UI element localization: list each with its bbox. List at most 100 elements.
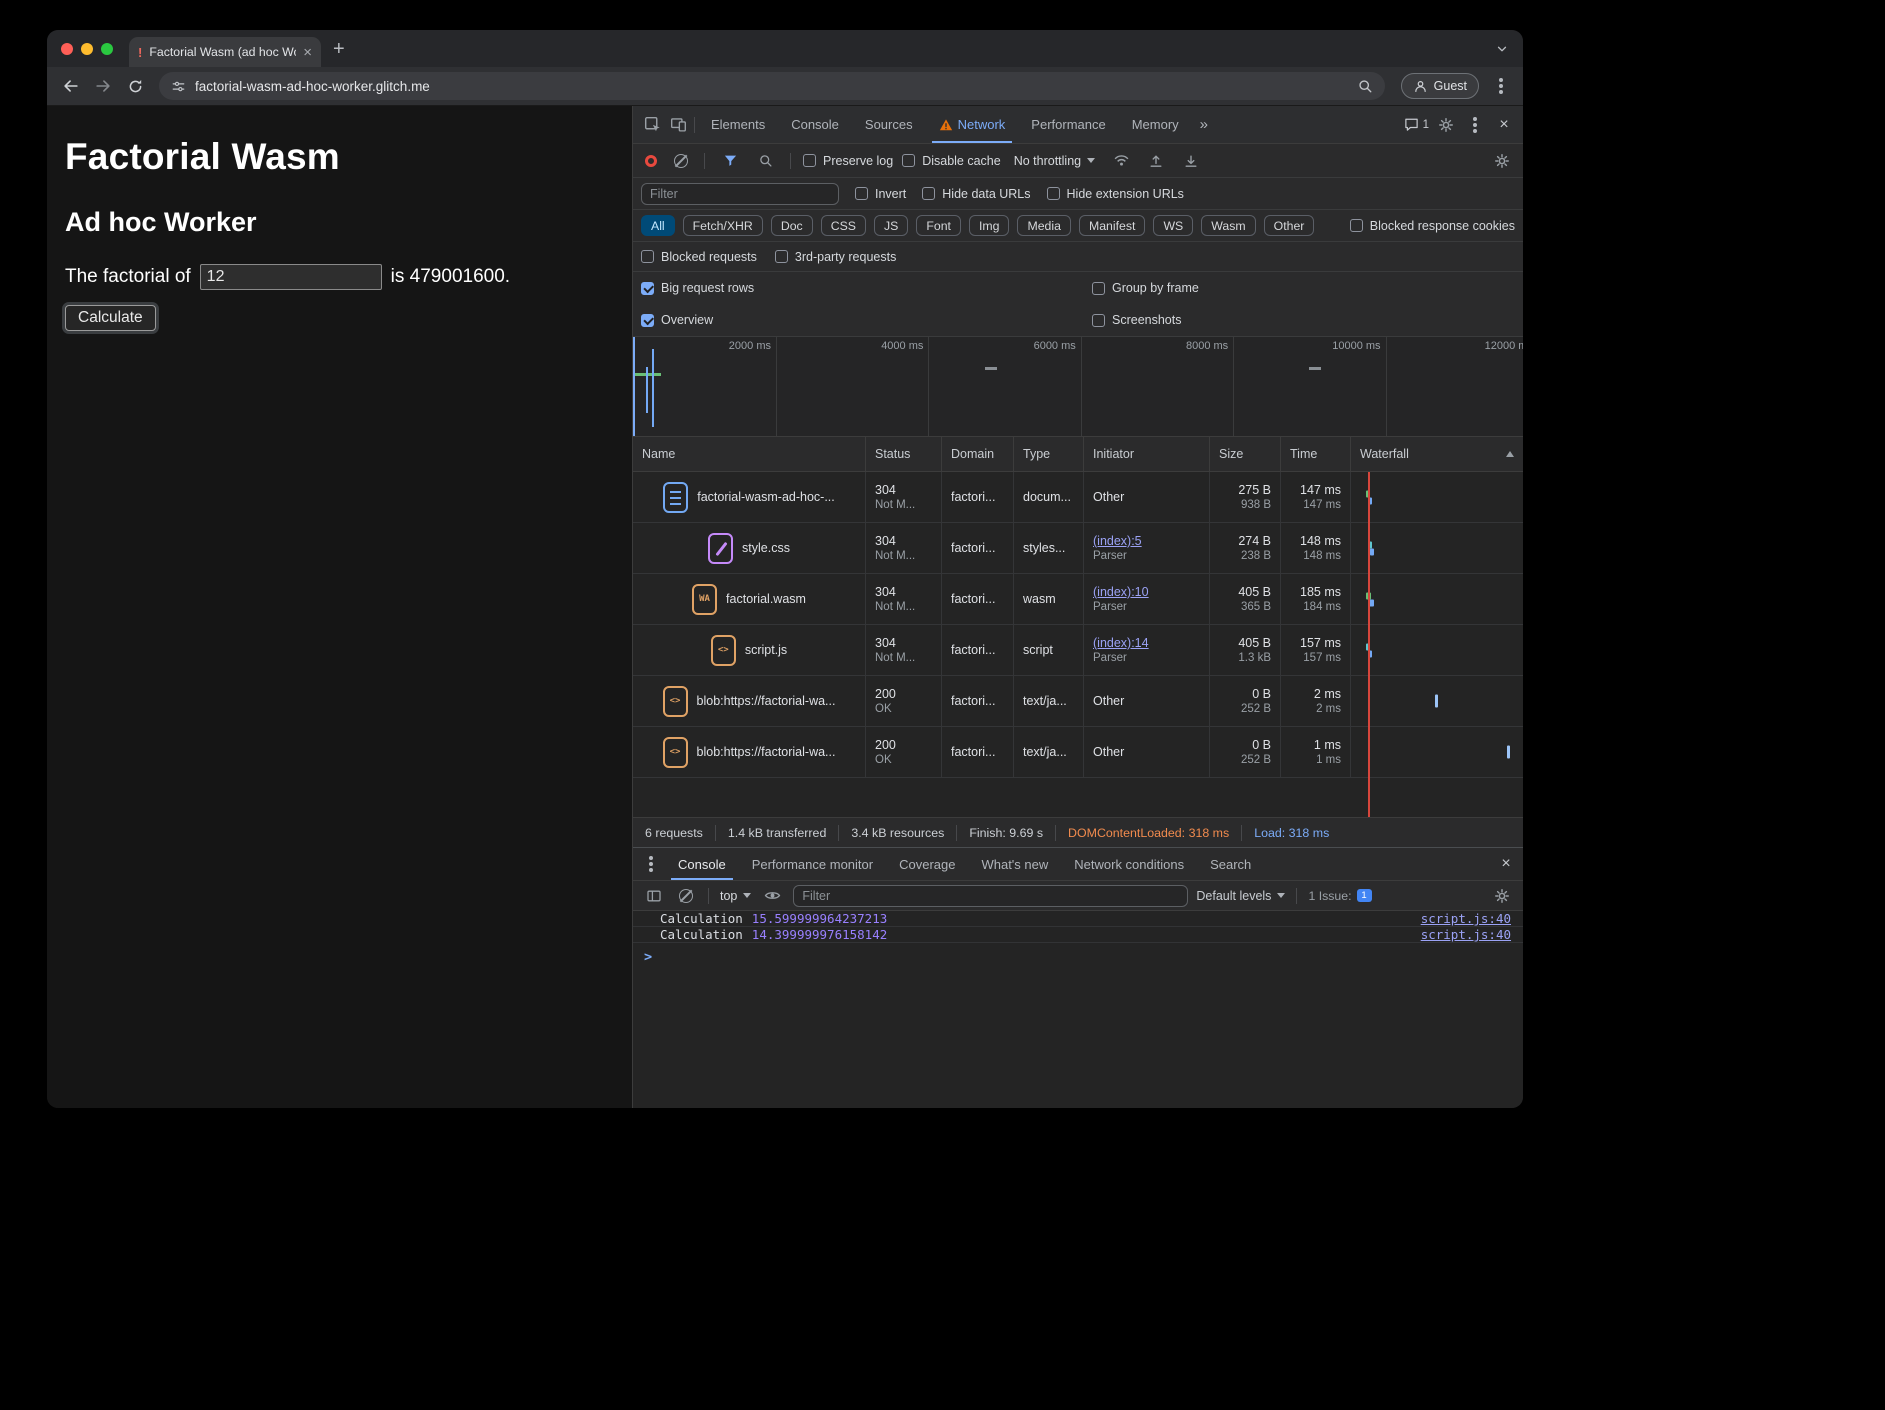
- table-row[interactable]: <>blob:https://factorial-wa...200OKfacto…: [633, 676, 1523, 727]
- browser-menu-icon[interactable]: [1499, 84, 1503, 88]
- filter-chip-wasm[interactable]: Wasm: [1201, 215, 1255, 236]
- column-header-name[interactable]: Name: [633, 437, 866, 471]
- devtools-close-icon[interactable]: ×: [1491, 112, 1517, 138]
- column-header-size[interactable]: Size: [1210, 437, 1281, 471]
- drawer-close-icon[interactable]: ×: [1493, 851, 1519, 877]
- blocked-requests-checkbox[interactable]: Blocked requests: [641, 250, 757, 264]
- column-header-status[interactable]: Status: [866, 437, 942, 471]
- group-by-frame-checkbox[interactable]: Group by frame: [1092, 272, 1515, 304]
- tab-search-button[interactable]: [1495, 42, 1509, 56]
- filter-chip-manifest[interactable]: Manifest: [1079, 215, 1145, 236]
- network-settings-gear-icon[interactable]: [1489, 148, 1515, 174]
- blocked-response-cookies-checkbox[interactable]: Blocked response cookies: [1350, 219, 1515, 233]
- table-row[interactable]: <>blob:https://factorial-wa...200OKfacto…: [633, 727, 1523, 778]
- address-bar[interactable]: factorial-wasm-ad-hoc-worker.glitch.me: [159, 72, 1385, 100]
- column-header-time[interactable]: Time: [1281, 437, 1351, 471]
- drawer-tab-what-s-new[interactable]: What's new: [968, 848, 1061, 880]
- devtools-tab-memory[interactable]: Memory: [1119, 106, 1192, 143]
- filter-chip-all[interactable]: All: [641, 215, 675, 236]
- more-tabs-button[interactable]: »: [1192, 116, 1216, 133]
- clear-console-icon[interactable]: [679, 889, 693, 903]
- zoom-icon[interactable]: [1357, 78, 1373, 94]
- initiator-link[interactable]: (index):14: [1093, 636, 1200, 650]
- filter-chip-media[interactable]: Media: [1017, 215, 1071, 236]
- drawer-tab-search[interactable]: Search: [1197, 848, 1264, 880]
- profile-button[interactable]: Guest: [1401, 73, 1479, 99]
- third-party-requests-checkbox[interactable]: 3rd-party requests: [775, 250, 896, 264]
- column-header-type[interactable]: Type: [1014, 437, 1084, 471]
- search-icon[interactable]: [752, 148, 778, 174]
- console-sidebar-icon[interactable]: [641, 883, 667, 909]
- drawer-tab-network-conditions[interactable]: Network conditions: [1061, 848, 1197, 880]
- throttling-select[interactable]: No throttling: [1010, 154, 1099, 168]
- console-settings-gear-icon[interactable]: [1489, 883, 1515, 909]
- factorial-input[interactable]: [200, 264, 382, 290]
- overview-checkbox[interactable]: Overview: [641, 304, 1092, 336]
- drawer-tab-performance-monitor[interactable]: Performance monitor: [739, 848, 886, 880]
- issues-counter[interactable]: 1 Issue: 1: [1308, 889, 1371, 903]
- filter-icon[interactable]: [717, 148, 743, 174]
- big-request-rows-checkbox[interactable]: Big request rows: [641, 272, 1092, 304]
- eye-icon[interactable]: [759, 883, 785, 909]
- window-minimize-button[interactable]: [81, 43, 93, 55]
- browser-tab[interactable]: ! Factorial Wasm (ad hoc Work ×: [129, 37, 321, 67]
- clear-network-log-icon[interactable]: [674, 154, 688, 168]
- reload-button[interactable]: [121, 72, 149, 100]
- console-filter-input[interactable]: [793, 885, 1188, 907]
- back-button[interactable]: [57, 72, 85, 100]
- filter-chip-fetch-xhr[interactable]: Fetch/XHR: [683, 215, 763, 236]
- filter-chip-img[interactable]: Img: [969, 215, 1010, 236]
- devtools-tab-performance[interactable]: Performance: [1018, 106, 1118, 143]
- table-row[interactable]: factorial-wasm-ad-hoc-...304Not M...fact…: [633, 472, 1523, 523]
- preserve-log-checkbox[interactable]: Preserve log: [803, 154, 893, 168]
- column-header-waterfall[interactable]: Waterfall: [1351, 437, 1523, 471]
- devtools-tab-network[interactable]: Network: [926, 106, 1019, 143]
- devtools-tab-console[interactable]: Console: [778, 106, 852, 143]
- site-settings-icon[interactable]: [171, 79, 186, 94]
- table-row[interactable]: WAfactorial.wasm304Not M...factori...was…: [633, 574, 1523, 625]
- hide-data-urls-checkbox[interactable]: Hide data URLs: [922, 187, 1030, 201]
- console-context-select[interactable]: top: [720, 889, 751, 903]
- filter-chip-doc[interactable]: Doc: [771, 215, 813, 236]
- filter-chip-css[interactable]: CSS: [821, 215, 866, 236]
- invert-checkbox[interactable]: Invert: [855, 187, 906, 201]
- log-levels-select[interactable]: Default levels: [1196, 889, 1285, 903]
- initiator-link[interactable]: (index):10: [1093, 585, 1200, 599]
- new-tab-button[interactable]: +: [333, 39, 345, 59]
- device-toolbar-icon[interactable]: [665, 112, 691, 138]
- devtools-menu-icon[interactable]: [1473, 123, 1477, 127]
- network-overview-timeline[interactable]: 2000 ms4000 ms6000 ms8000 ms10000 ms1200…: [633, 337, 1523, 437]
- tab-close-icon[interactable]: ×: [303, 45, 312, 60]
- filter-chip-ws[interactable]: WS: [1153, 215, 1193, 236]
- console-prompt[interactable]: >: [633, 943, 1523, 970]
- column-header-domain[interactable]: Domain: [942, 437, 1014, 471]
- settings-gear-icon[interactable]: [1433, 112, 1459, 138]
- drawer-tab-coverage[interactable]: Coverage: [886, 848, 968, 880]
- console-source-link[interactable]: script.js:40: [1421, 927, 1511, 942]
- forward-button[interactable]: [89, 72, 117, 100]
- filter-chip-font[interactable]: Font: [916, 215, 961, 236]
- disable-cache-checkbox[interactable]: Disable cache: [902, 154, 1001, 168]
- table-row[interactable]: style.css304Not M...factori...styles...(…: [633, 523, 1523, 574]
- timeline-brush-edge[interactable]: [633, 337, 635, 436]
- table-row[interactable]: <>script.js304Not M...factori...script(i…: [633, 625, 1523, 676]
- calculate-button[interactable]: Calculate: [65, 305, 156, 331]
- network-conditions-icon[interactable]: [1108, 148, 1134, 174]
- window-close-button[interactable]: [61, 43, 73, 55]
- column-header-initiator[interactable]: Initiator: [1084, 437, 1210, 471]
- filter-chip-other[interactable]: Other: [1264, 215, 1315, 236]
- inspect-icon[interactable]: [639, 112, 665, 138]
- export-har-icon[interactable]: [1178, 148, 1204, 174]
- devtools-tab-sources[interactable]: Sources: [852, 106, 926, 143]
- issues-button[interactable]: 1: [1404, 117, 1429, 132]
- console-source-link[interactable]: script.js:40: [1421, 911, 1511, 926]
- record-network-log-button[interactable]: [645, 155, 657, 167]
- screenshots-checkbox[interactable]: Screenshots: [1092, 304, 1515, 336]
- import-har-icon[interactable]: [1143, 148, 1169, 174]
- drawer-tab-console[interactable]: Console: [665, 848, 739, 880]
- filter-chip-js[interactable]: JS: [874, 215, 908, 236]
- hide-extension-urls-checkbox[interactable]: Hide extension URLs: [1047, 187, 1184, 201]
- initiator-link[interactable]: (index):5: [1093, 534, 1200, 548]
- network-filter-input[interactable]: [641, 183, 839, 205]
- devtools-tab-elements[interactable]: Elements: [698, 106, 778, 143]
